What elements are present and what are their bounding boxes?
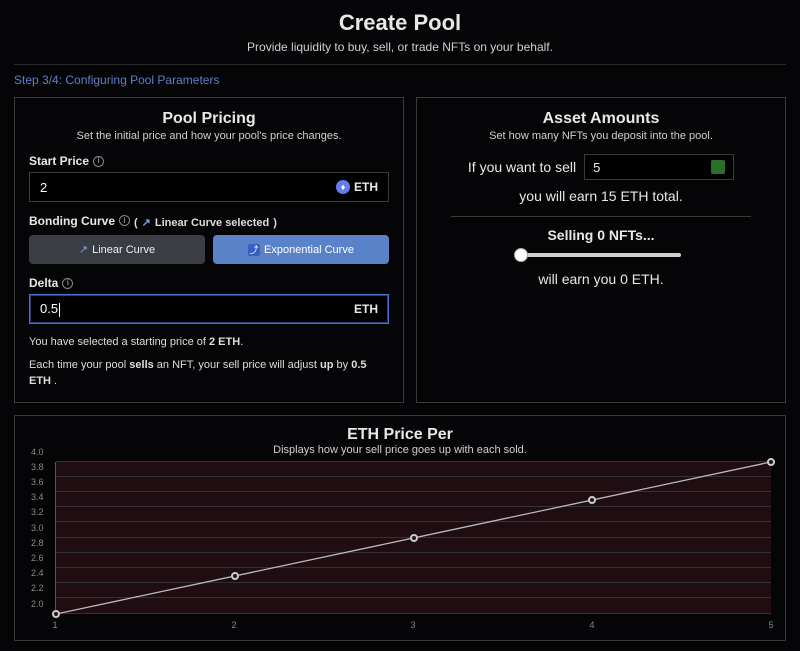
curve-segmented-control: ↗ Linear Curve ⤴ Exponential Curve (29, 235, 389, 264)
x-tick-label: 5 (768, 620, 773, 630)
delta-label: Delta i (29, 276, 389, 290)
delta-input[interactable]: 0.5 ETH (29, 294, 389, 324)
nft-icon (711, 160, 725, 174)
chart-title: ETH Price Per (29, 426, 771, 444)
y-tick-label: 3.8 (31, 462, 44, 472)
y-tick-label: 3.2 (31, 507, 44, 517)
start-price-value: 2 (40, 180, 336, 195)
chart-point (588, 496, 596, 504)
chart-point (52, 610, 60, 618)
y-tick-label: 2.8 (31, 538, 44, 548)
y-tick-label: 2.6 (31, 553, 44, 563)
start-price-unit: ♦ ETH (336, 180, 378, 194)
pricing-desc: Set the initial price and how your pool'… (29, 130, 389, 142)
divider (14, 64, 786, 65)
pool-pricing-panel: Pool Pricing Set the initial price and h… (14, 97, 404, 403)
y-tick-label: 3.4 (31, 492, 44, 502)
slider-thumb[interactable] (514, 248, 528, 262)
info-icon[interactable]: i (62, 278, 73, 289)
start-price-label-text: Start Price (29, 154, 89, 168)
chart-point (231, 572, 239, 580)
x-tick-label: 2 (231, 620, 236, 630)
amounts-desc: Set how many NFTs you deposit into the p… (431, 130, 771, 142)
price-chart-panel: ETH Price Per Displays how your sell pri… (14, 415, 786, 641)
start-price-unit-text: ETH (354, 180, 378, 194)
y-tick-label: 3.6 (31, 477, 44, 487)
page-subtitle: Provide liquidity to buy, sell, or trade… (14, 40, 786, 54)
delta-label-text: Delta (29, 276, 58, 290)
x-tick-label: 3 (410, 620, 415, 630)
asset-amounts-panel: Asset Amounts Set how many NFTs you depo… (416, 97, 786, 403)
exponential-curve-label: Exponential Curve (264, 244, 354, 256)
pricing-note-2: Each time your pool sells an NFT, your s… (29, 357, 389, 390)
linear-curve-button[interactable]: ↗ Linear Curve (29, 235, 205, 264)
start-price-label: Start Price i (29, 154, 389, 168)
delta-value: 0.5 (40, 301, 354, 317)
curve-selected-text: Linear Curve selected (155, 217, 269, 229)
pricing-title: Pool Pricing (29, 110, 389, 128)
exponential-curve-button[interactable]: ⤴ Exponential Curve (213, 235, 389, 264)
y-tick-label: 2.2 (31, 583, 44, 593)
chart-point (767, 458, 775, 466)
sell-count-value: 5 (593, 160, 600, 175)
price-chart: 2.02.22.42.62.83.03.23.43.63.84.012345 (55, 462, 771, 632)
divider (451, 216, 751, 217)
y-tick-label: 4.0 (31, 447, 44, 457)
x-tick-label: 1 (52, 620, 57, 630)
start-price-input[interactable]: 2 ♦ ETH (29, 172, 389, 202)
amounts-title: Asset Amounts (431, 110, 771, 128)
chart-desc: Displays how your sell price goes up wit… (29, 444, 771, 456)
arrow-up-right-icon: ↗ (79, 243, 88, 256)
x-tick-label: 4 (589, 620, 594, 630)
sell-prefix: If you want to sell (468, 159, 576, 175)
curve-selected-note: ( ↗ Linear Curve selected) (134, 216, 277, 229)
earn-total: you will earn 15 ETH total. (431, 188, 771, 204)
y-tick-label: 2.4 (31, 568, 44, 578)
delta-unit: ETH (354, 302, 378, 316)
ethereum-icon: ♦ (336, 180, 350, 194)
y-tick-label: 3.0 (31, 523, 44, 533)
exponential-icon: ⤴ (248, 244, 260, 256)
selling-dynamic: Selling 0 NFTs... (431, 227, 771, 243)
sell-count-input[interactable]: 5 (584, 154, 734, 180)
y-tick-label: 2.0 (31, 599, 44, 609)
linear-curve-label: Linear Curve (92, 244, 155, 256)
info-icon[interactable]: i (119, 215, 130, 226)
earn-dynamic: will earn you 0 ETH. (431, 271, 771, 287)
bonding-curve-label: Bonding Curve i ( ↗ Linear Curve selecte… (29, 212, 389, 229)
step-breadcrumb: Step 3/4: Configuring Pool Parameters (14, 73, 786, 87)
pricing-note-1: You have selected a starting price of 2 … (29, 334, 389, 351)
chart-point (410, 534, 418, 542)
bonding-curve-label-text: Bonding Curve (29, 214, 115, 228)
sell-count-slider[interactable] (521, 253, 681, 257)
info-icon[interactable]: i (93, 156, 104, 167)
arrow-up-right-icon: ↗ (142, 216, 151, 229)
page-title: Create Pool (14, 10, 786, 36)
